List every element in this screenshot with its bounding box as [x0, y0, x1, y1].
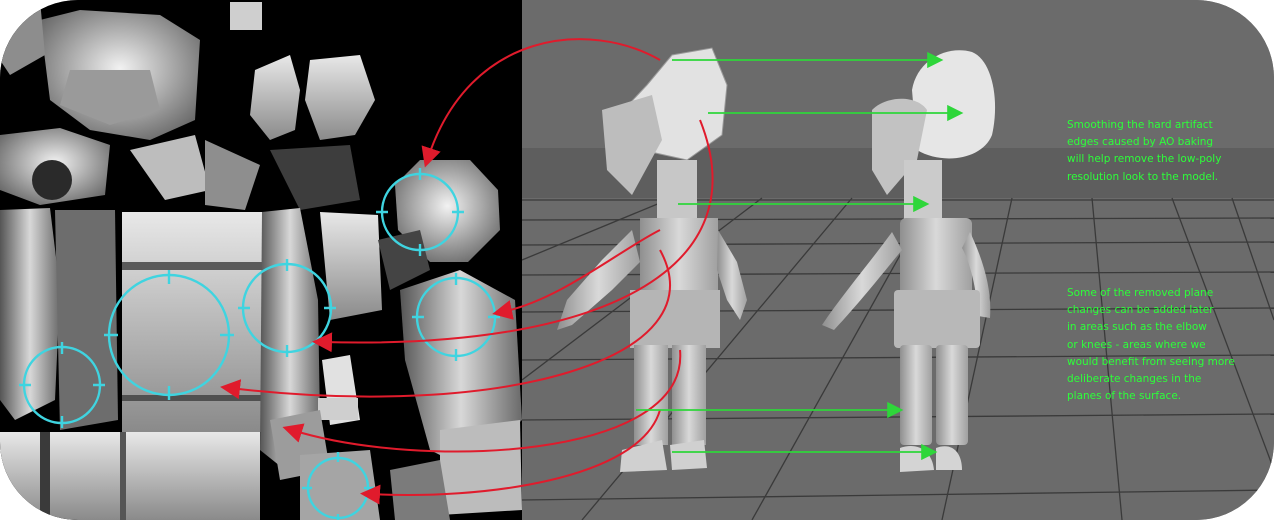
- green-arrow-icon: [636, 51, 964, 461]
- crosshair-circle-icon: [302, 452, 374, 520]
- plane-changes-note: Some of the removed plane changes can be…: [1067, 287, 1235, 403]
- crosshair-circle-icon: [104, 270, 234, 400]
- crosshair-circle-icon: [19, 342, 105, 428]
- smoothing-note: Smoothing the hard artifact edges caused…: [1067, 119, 1222, 183]
- annotation-overlay: [19, 38, 964, 520]
- crosshair-circle-icon: [238, 259, 336, 357]
- illustration-frame: Smoothing the hard artifact edges caused…: [0, 0, 1274, 520]
- crosshair-circle-icon: [412, 273, 500, 361]
- crosshair-circle-icon: [376, 168, 464, 256]
